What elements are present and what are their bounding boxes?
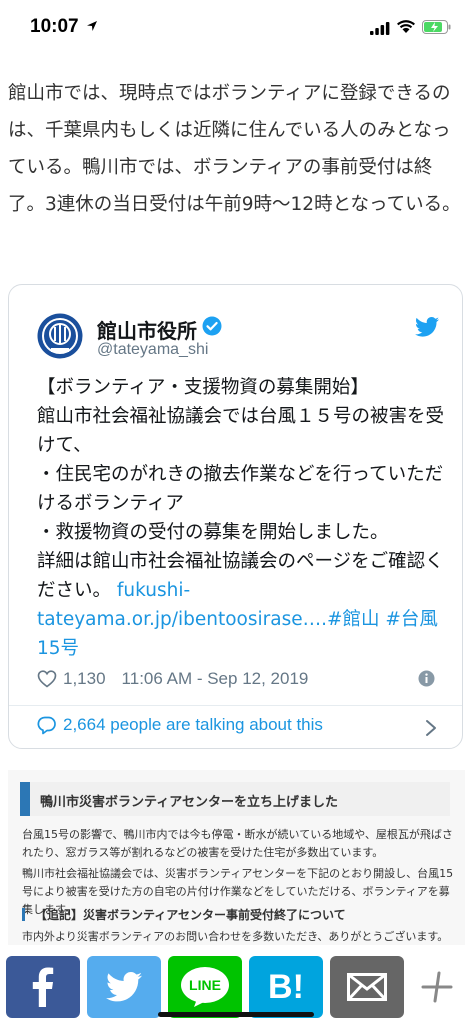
image-paragraph-1: 台風15号の影響で、鴨川市内では今も停電・断水が続いている地域や、屋根瓦が飛ばさ… xyxy=(22,828,453,859)
image-paragraph-3: 市内外より災害ボランティアのお問い合わせを多数いただき、ありがとうございます。 xyxy=(22,930,449,943)
kamogawa-notice-image: 鴨川市災害ボランティアセンターを立ち上げました 台風15号の影響で、鴨川市内では… xyxy=(8,770,465,945)
facebook-share-button[interactable] xyxy=(6,956,80,1018)
account-name[interactable]: 館山市役所 xyxy=(97,315,197,344)
twitter-bird-icon[interactable] xyxy=(415,317,439,337)
embedded-tweet-card[interactable]: 館山市役所 @tateyama_shi 【ボランティア・支援物資の募集開始】 館… xyxy=(8,284,463,749)
chat-bubble-icon xyxy=(37,716,56,735)
info-icon[interactable] xyxy=(418,670,435,687)
line-icon: LINE xyxy=(181,967,229,1007)
tateyama-city-emblem-avatar[interactable] xyxy=(37,313,83,359)
hatena-bookmark-share-button[interactable]: B! xyxy=(249,956,323,1018)
image-subheading-text: 【追記】災害ボランティアセンター事前受付終了について xyxy=(35,908,346,922)
cellular-signal-icon xyxy=(370,22,390,35)
image-header: 鴨川市災害ボランティアセンターを立ち上げました xyxy=(20,782,450,816)
status-time: 10:07 xyxy=(30,16,79,37)
hatena-bookmark-icon: B! xyxy=(268,967,304,1006)
mail-icon xyxy=(347,973,387,1001)
wifi-icon xyxy=(397,20,415,33)
battery-charging-icon xyxy=(422,20,451,34)
replies-text[interactable]: 2,664 people are talking about this xyxy=(63,715,323,735)
facebook-icon xyxy=(32,967,54,1007)
tweet-meta: 1,130 11:06 AM - Sep 12, 2019 xyxy=(37,667,308,691)
verified-badge-icon xyxy=(202,316,222,336)
more-share-button[interactable] xyxy=(405,956,469,1018)
article-paragraph: 館山市では、現時点ではボランティアに登録できるのは、千葉県内もしくは近隣に住んで… xyxy=(8,83,461,215)
twitter-icon xyxy=(106,972,142,1002)
image-subheading-accent xyxy=(22,908,25,921)
line-label: LINE xyxy=(189,977,221,993)
twitter-share-button[interactable] xyxy=(87,956,161,1018)
image-subheading: 【追記】災害ボランティアセンター事前受付終了について xyxy=(22,906,346,923)
heart-icon[interactable] xyxy=(37,669,57,689)
image-title: 鴨川市災害ボランティアセンターを立ち上げました xyxy=(40,795,338,810)
image-header-accent xyxy=(20,782,30,816)
replies-link[interactable]: 2,664 people are talking about this xyxy=(37,715,323,735)
like-count[interactable]: 1,130 xyxy=(63,669,106,689)
tweet-body-text: 【ボランティア・支援物資の募集開始】 館山市社会福祉協議会では台風１５号の被害を… xyxy=(37,377,445,601)
mail-share-button[interactable] xyxy=(330,956,404,1018)
tweet-timestamp[interactable]: 11:06 AM - Sep 12, 2019 xyxy=(122,669,309,689)
tweet-text: 【ボランティア・支援物資の募集開始】 館山市社会福祉協議会では台風１５号の被害を… xyxy=(37,373,447,663)
location-arrow-icon xyxy=(87,21,97,31)
plus-icon xyxy=(421,971,453,1003)
home-indicator[interactable] xyxy=(158,1012,314,1017)
line-share-button[interactable]: LINE xyxy=(168,956,242,1018)
status-bar: 10:07 xyxy=(0,0,473,60)
account-handle[interactable]: @tateyama_shi xyxy=(97,341,208,359)
tweet-divider xyxy=(9,705,462,706)
chevron-right-icon[interactable] xyxy=(425,719,437,737)
